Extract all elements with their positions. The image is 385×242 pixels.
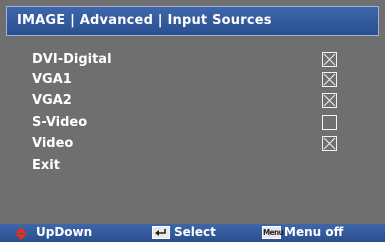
footer-bar: UpDown Select Menu Menu off — [0, 224, 385, 242]
check-x-icon — [323, 53, 336, 66]
menu-key-icon: Menu — [262, 226, 284, 239]
page-title: IMAGE | Advanced | Input Sources — [17, 13, 272, 28]
menu-item-label: DVI-Digital — [32, 52, 112, 67]
check-x-icon — [323, 137, 336, 150]
menu-item-vga2[interactable]: VGA2 — [0, 91, 385, 111]
menu-item-label: VGA1 — [32, 72, 72, 87]
menu-item-label: VGA2 — [32, 93, 72, 108]
menu-item-dvi-digital[interactable]: DVI-Digital — [0, 50, 385, 70]
menu-item-s-video[interactable]: S-Video — [0, 113, 385, 133]
vga1-checkbox[interactable] — [322, 72, 337, 87]
menu-item-label: Video — [32, 136, 74, 151]
vga2-checkbox[interactable] — [322, 93, 337, 108]
menu-off-hint: Menu off — [284, 225, 344, 239]
menu-item-video[interactable]: Video — [0, 134, 385, 154]
check-x-icon — [323, 94, 336, 107]
updown-arrow-icon — [15, 227, 27, 240]
menu-item-label: Exit — [32, 158, 60, 173]
menu-item-exit[interactable]: Exit — [0, 156, 385, 176]
enter-key-icon — [152, 226, 170, 239]
title-bar: IMAGE | Advanced | Input Sources — [6, 6, 379, 36]
select-hint: Select — [174, 225, 216, 239]
updown-hint: UpDown — [36, 225, 93, 239]
menu-item-vga1[interactable]: VGA1 — [0, 70, 385, 90]
dvi-digital-checkbox[interactable] — [322, 52, 337, 67]
video-checkbox[interactable] — [322, 136, 337, 151]
check-x-icon — [323, 73, 336, 86]
s-video-checkbox[interactable] — [322, 115, 337, 130]
menu-item-label: S-Video — [32, 115, 88, 130]
